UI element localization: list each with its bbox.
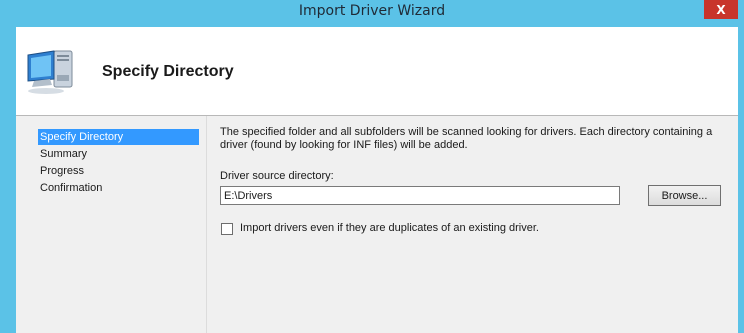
wizard-body: Specify Directory Summary Progress Confi… bbox=[16, 116, 738, 333]
source-directory-label: Driver source directory: bbox=[220, 170, 334, 182]
import-duplicates-label: Import drivers even if they are duplicat… bbox=[240, 222, 539, 234]
nav-item-summary[interactable]: Summary bbox=[38, 146, 199, 162]
wizard-header: Specify Directory bbox=[16, 27, 738, 115]
nav-item-specify-directory[interactable]: Specify Directory bbox=[38, 129, 199, 145]
page-title: Specify Directory bbox=[102, 63, 234, 80]
description-text: The specified folder and all subfolders … bbox=[220, 126, 713, 151]
nav-item-progress[interactable]: Progress bbox=[38, 163, 199, 179]
window-title: Import Driver Wizard bbox=[298, 3, 446, 19]
step-navigation: Specify Directory Summary Progress Confi… bbox=[16, 116, 206, 333]
nav-divider bbox=[206, 116, 207, 333]
import-duplicates-checkbox[interactable] bbox=[221, 223, 233, 235]
title-bar: Import Driver Wizard X bbox=[0, 0, 744, 27]
nav-item-confirmation[interactable]: Confirmation bbox=[38, 180, 199, 196]
browse-button[interactable]: Browse... bbox=[648, 185, 721, 206]
close-button[interactable]: X bbox=[704, 0, 738, 19]
wizard-window: Specify Directory Specify Directory Summ… bbox=[16, 27, 738, 333]
computer-icon bbox=[27, 50, 73, 94]
source-directory-input[interactable] bbox=[220, 186, 620, 205]
